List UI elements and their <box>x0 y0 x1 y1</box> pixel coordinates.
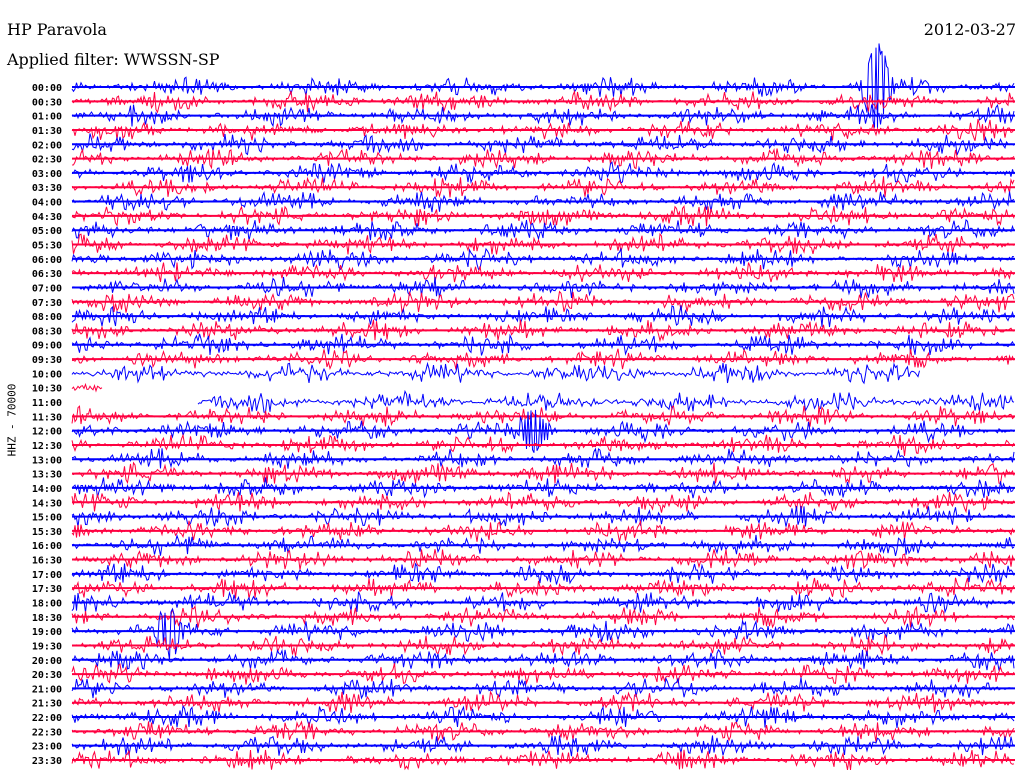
row-time-label: 06:00 <box>32 255 62 266</box>
row-time-label: 20:00 <box>32 656 62 667</box>
row-time-label: 02:00 <box>32 140 62 151</box>
row-time-label: 21:30 <box>32 699 62 710</box>
row-time-label: 21:00 <box>32 684 62 695</box>
row-time-label: 09:30 <box>32 355 62 366</box>
row-time-label: 19:30 <box>32 641 62 652</box>
row-time-label: 00:00 <box>32 83 62 94</box>
row-time-label: 15:00 <box>32 513 62 524</box>
trace-1100 <box>197 389 1015 413</box>
row-time-label: 07:30 <box>32 298 62 309</box>
row-time-label: 11:00 <box>32 398 62 409</box>
row-time-label: 10:00 <box>32 369 62 380</box>
row-time-label: 23:30 <box>32 756 62 767</box>
row-time-label: 11:30 <box>32 412 62 423</box>
row-time-label: 07:00 <box>32 283 62 294</box>
helicorder: HP Paravola 2012-03-27 Applied filter: W… <box>0 0 1024 780</box>
row-time-label: 00:30 <box>32 97 62 108</box>
row-time-label: 13:30 <box>32 470 62 481</box>
row-time-label: 14:30 <box>32 498 62 509</box>
row-time-label: 17:00 <box>32 570 62 581</box>
row-time-label: 02:30 <box>32 155 62 166</box>
row-time-label: 13:00 <box>32 455 62 466</box>
row-time-label: 04:30 <box>32 212 62 223</box>
row-time-label: 05:30 <box>32 241 62 252</box>
row-time-label: 16:30 <box>32 556 62 567</box>
row-time-label: 10:30 <box>32 384 62 395</box>
row-time-label: 06:30 <box>32 269 62 280</box>
trace-1000 <box>71 361 920 385</box>
row-time-label: 16:00 <box>32 541 62 552</box>
row-time-label: 23:00 <box>32 742 62 753</box>
row-time-label: 12:30 <box>32 441 62 452</box>
row-time-label: 01:00 <box>32 112 62 123</box>
row-time-label: 12:00 <box>32 427 62 438</box>
row-time-label: 18:30 <box>32 613 62 624</box>
row-time-label: 05:00 <box>32 226 62 237</box>
row-time-label: 22:00 <box>32 713 62 724</box>
row-time-label: 14:00 <box>32 484 62 495</box>
row-time-label: 09:00 <box>32 341 62 352</box>
row-time-label: 20:30 <box>32 670 62 681</box>
row-time-label: 01:30 <box>32 126 62 137</box>
row-time-label: 03:00 <box>32 169 62 180</box>
row-time-label: 19:00 <box>32 627 62 638</box>
row-time-label: 18:00 <box>32 598 62 609</box>
row-time-label: 08:00 <box>32 312 62 323</box>
trace-1030 <box>71 382 103 393</box>
row-time-label: 15:30 <box>32 527 62 538</box>
row-time-label: 03:30 <box>32 183 62 194</box>
row-time-label: 22:30 <box>32 727 62 738</box>
row-time-label: 08:30 <box>32 326 62 337</box>
seismogram-plot: 00:00 00:30 01:00 01:30 02:00 02:30 03:00 03:30… <box>32 43 1015 771</box>
row-time-label: 17:30 <box>32 584 62 595</box>
row-time-label: 04:00 <box>32 198 62 209</box>
